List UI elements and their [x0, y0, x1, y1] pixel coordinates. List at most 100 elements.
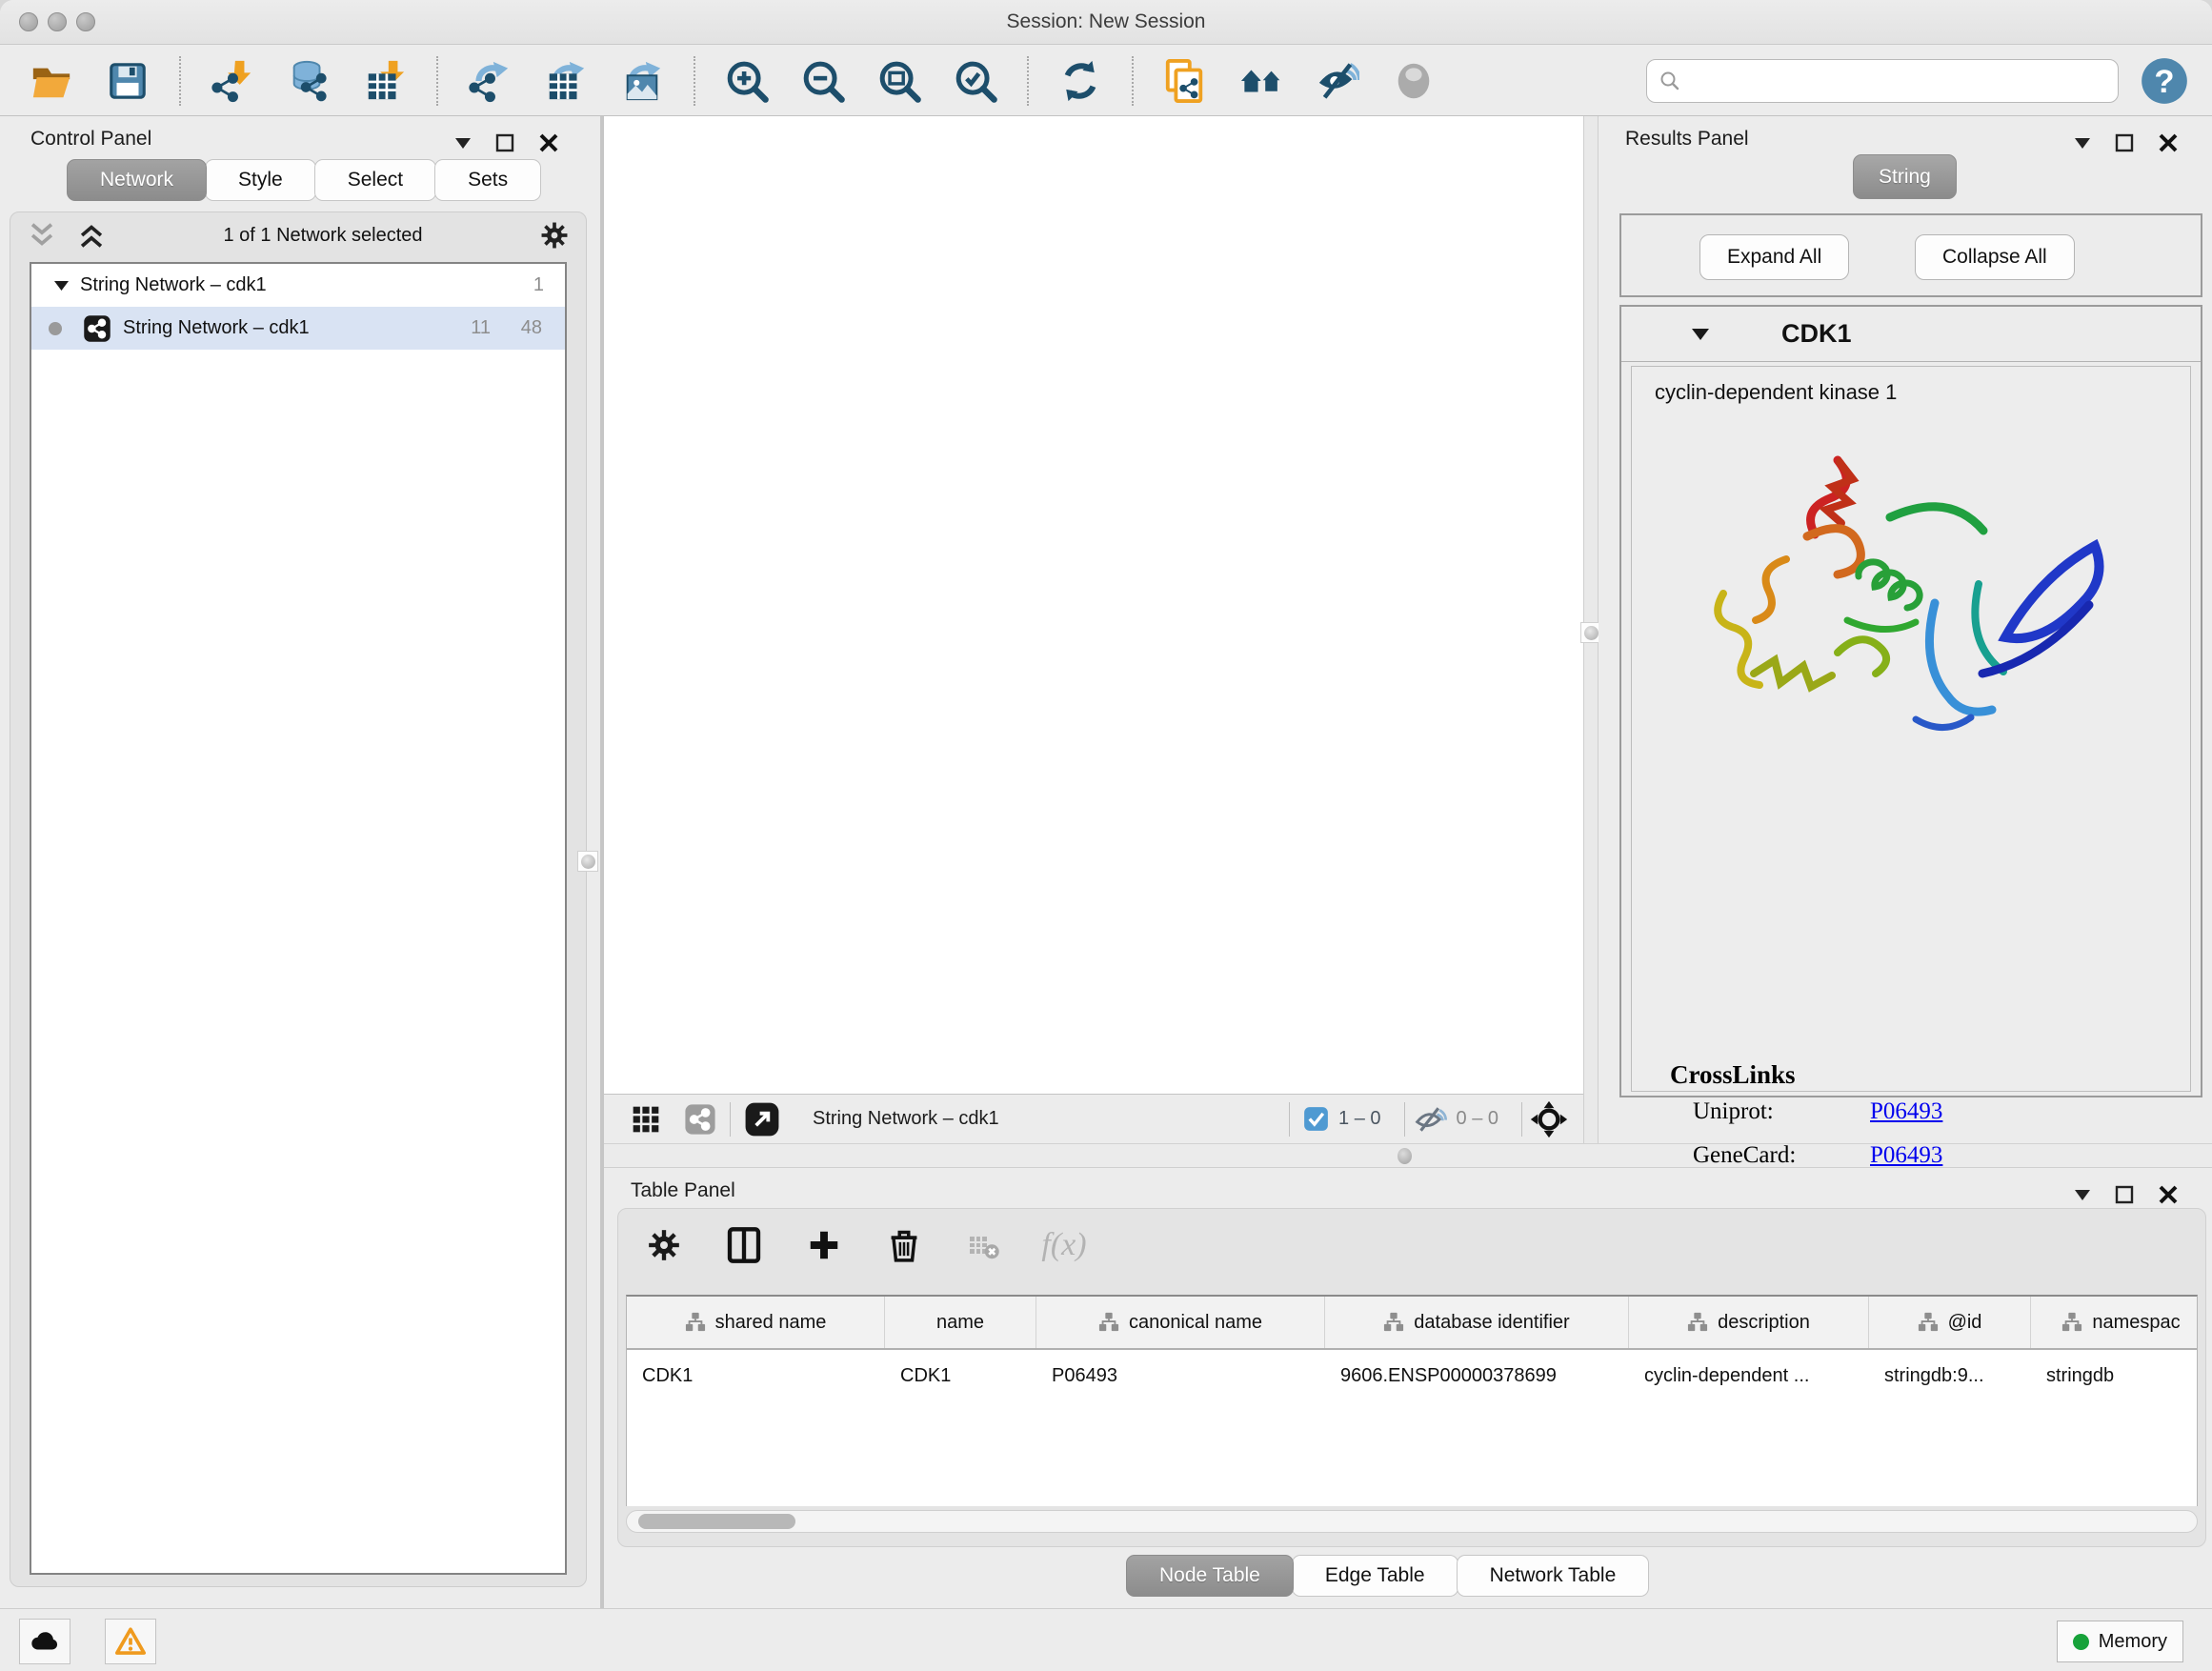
crosslink-label: Uniprot:: [1693, 1098, 1774, 1125]
column-header[interactable]: @id: [1869, 1297, 2031, 1348]
tab-sets[interactable]: Sets: [434, 159, 541, 201]
search-field[interactable]: [1646, 59, 2119, 103]
column-namespace-icon: [1918, 1312, 1939, 1333]
close-panel-icon[interactable]: [539, 133, 558, 152]
table-cell[interactable]: P06493: [1036, 1350, 1325, 1401]
crosslink-value-link[interactable]: P06493: [1870, 1098, 1942, 1125]
birds-eye-toggle-icon[interactable]: [1530, 1100, 1568, 1138]
status-bar: Memory: [0, 1608, 2212, 1671]
column-header[interactable]: namespac: [2031, 1297, 2198, 1348]
search-input[interactable]: [1689, 70, 2106, 91]
float-panel-icon[interactable]: [2115, 133, 2134, 152]
grid-view-icon[interactable]: [631, 1104, 661, 1135]
close-panel-icon[interactable]: [2159, 133, 2178, 152]
warnings-button[interactable]: [105, 1619, 156, 1664]
clone-network-button[interactable]: [1158, 54, 1212, 108]
import-network-database-button[interactable]: [282, 54, 335, 108]
function-builder-icon[interactable]: f(x): [1043, 1224, 1085, 1266]
tab-network[interactable]: Network: [67, 159, 207, 201]
gene-section-header[interactable]: CDK1: [1621, 307, 2201, 362]
cloud-status-button[interactable]: [19, 1619, 70, 1664]
table-cell[interactable]: 9606.ENSP00000378699: [1325, 1350, 1629, 1401]
zoom-out-button[interactable]: [796, 54, 850, 108]
expand-all-button[interactable]: Expand All: [1699, 234, 1849, 280]
delete-column-icon[interactable]: [883, 1224, 925, 1266]
crosslink-value-link[interactable]: P06493: [1870, 1142, 1942, 1169]
network-canvas[interactable]: [604, 116, 1583, 1094]
export-table-button[interactable]: [539, 54, 593, 108]
column-header[interactable]: shared name: [627, 1297, 885, 1348]
left-panel-resize-grip[interactable]: [577, 851, 598, 872]
gene-details: cyclin-dependent kinase 1: [1631, 366, 2191, 1092]
column-namespace-icon: [1687, 1312, 1708, 1333]
network-row[interactable]: String Network – cdk1 11 48: [31, 307, 565, 350]
float-panel-icon[interactable]: [495, 133, 514, 152]
selected-checkbox-icon[interactable]: [1303, 1106, 1329, 1132]
detach-view-icon[interactable]: [744, 1101, 780, 1137]
zoom-in-button[interactable]: [720, 54, 774, 108]
hidden-eye-icon[interactable]: [1415, 1105, 1447, 1134]
save-session-icon: [106, 59, 150, 103]
export-network-button[interactable]: [463, 54, 516, 108]
network-view-icon[interactable]: [684, 1103, 716, 1136]
section-expander-icon[interactable]: [1692, 329, 1709, 340]
table-cell[interactable]: CDK1: [627, 1350, 885, 1401]
main-toolbar: ?: [0, 46, 2212, 116]
table-cell[interactable]: stringdb: [2031, 1350, 2198, 1401]
import-table-button[interactable]: [358, 54, 412, 108]
show-all-button[interactable]: [1387, 54, 1440, 108]
results-panel-title: Results Panel: [1625, 128, 1749, 151]
export-image-icon: [620, 59, 664, 103]
crosslink-label: GeneCard:: [1693, 1142, 1796, 1169]
tab-style[interactable]: Style: [205, 159, 316, 201]
panel-menu-icon[interactable]: [2075, 1190, 2090, 1200]
float-panel-icon[interactable]: [2115, 1185, 2134, 1204]
table-cell[interactable]: CDK1: [885, 1350, 1036, 1401]
column-header[interactable]: database identifier: [1325, 1297, 1629, 1348]
table-cell[interactable]: stringdb:9...: [1869, 1350, 2031, 1401]
table-options-gear-icon[interactable]: [643, 1224, 685, 1266]
show-columns-icon[interactable]: [723, 1224, 765, 1266]
refresh-button[interactable]: [1054, 54, 1107, 108]
network-collection-row[interactable]: String Network – cdk1 1: [31, 264, 565, 307]
table-panel-resize-grip[interactable]: [1398, 1148, 1412, 1164]
panel-menu-icon[interactable]: [455, 138, 471, 149]
home-button[interactable]: [1235, 54, 1288, 108]
save-session-button[interactable]: [101, 54, 154, 108]
tab-select[interactable]: Select: [314, 159, 436, 201]
export-image-button[interactable]: [615, 54, 669, 108]
tab-node-table[interactable]: Node Table: [1126, 1555, 1294, 1597]
table-cell[interactable]: cyclin-dependent ...: [1629, 1350, 1869, 1401]
gene-name: CDK1: [1781, 319, 1852, 349]
open-file-button[interactable]: [25, 54, 78, 108]
collection-expander-icon[interactable]: [54, 281, 69, 291]
zoom-fit-button[interactable]: [873, 54, 926, 108]
control-panel-tabs: NetworkStyleSelectSets: [67, 159, 539, 201]
create-column-icon[interactable]: [803, 1224, 845, 1266]
column-label: shared name: [715, 1312, 827, 1334]
memory-button[interactable]: Memory: [2057, 1621, 2183, 1662]
network-list-options-gear-icon[interactable]: [538, 219, 571, 252]
column-header[interactable]: name: [885, 1297, 1036, 1348]
results-tab-string[interactable]: String: [1853, 154, 1957, 199]
close-panel-icon[interactable]: [2159, 1185, 2178, 1204]
tab-edge-table[interactable]: Edge Table: [1292, 1555, 1458, 1597]
hide-selected-button[interactable]: [1311, 54, 1364, 108]
table-row[interactable]: CDK1CDK1P064939606.ENSP00000378699cyclin…: [627, 1350, 2197, 1401]
panel-menu-icon[interactable]: [2075, 138, 2090, 149]
column-header[interactable]: canonical name: [1036, 1297, 1325, 1348]
delete-table-icon[interactable]: [963, 1224, 1005, 1266]
table-horizontal-scrollbar[interactable]: [626, 1510, 2198, 1533]
gene-description: cyclin-dependent kinase 1: [1655, 380, 1897, 405]
collapse-all-icon[interactable]: [26, 221, 58, 250]
collapse-all-button[interactable]: Collapse All: [1915, 234, 2075, 280]
zoom-selected-button[interactable]: [949, 54, 1002, 108]
expand-all-icon[interactable]: [75, 221, 108, 250]
column-header[interactable]: description: [1629, 1297, 1869, 1348]
import-network-file-button[interactable]: [206, 54, 259, 108]
crosslinks-title: CrossLinks: [1670, 1060, 1796, 1090]
scrollbar-thumb[interactable]: [638, 1514, 795, 1529]
help-button[interactable]: ?: [2140, 56, 2189, 106]
current-network-dot-icon: [49, 322, 62, 335]
tab-network-table[interactable]: Network Table: [1457, 1555, 1650, 1597]
